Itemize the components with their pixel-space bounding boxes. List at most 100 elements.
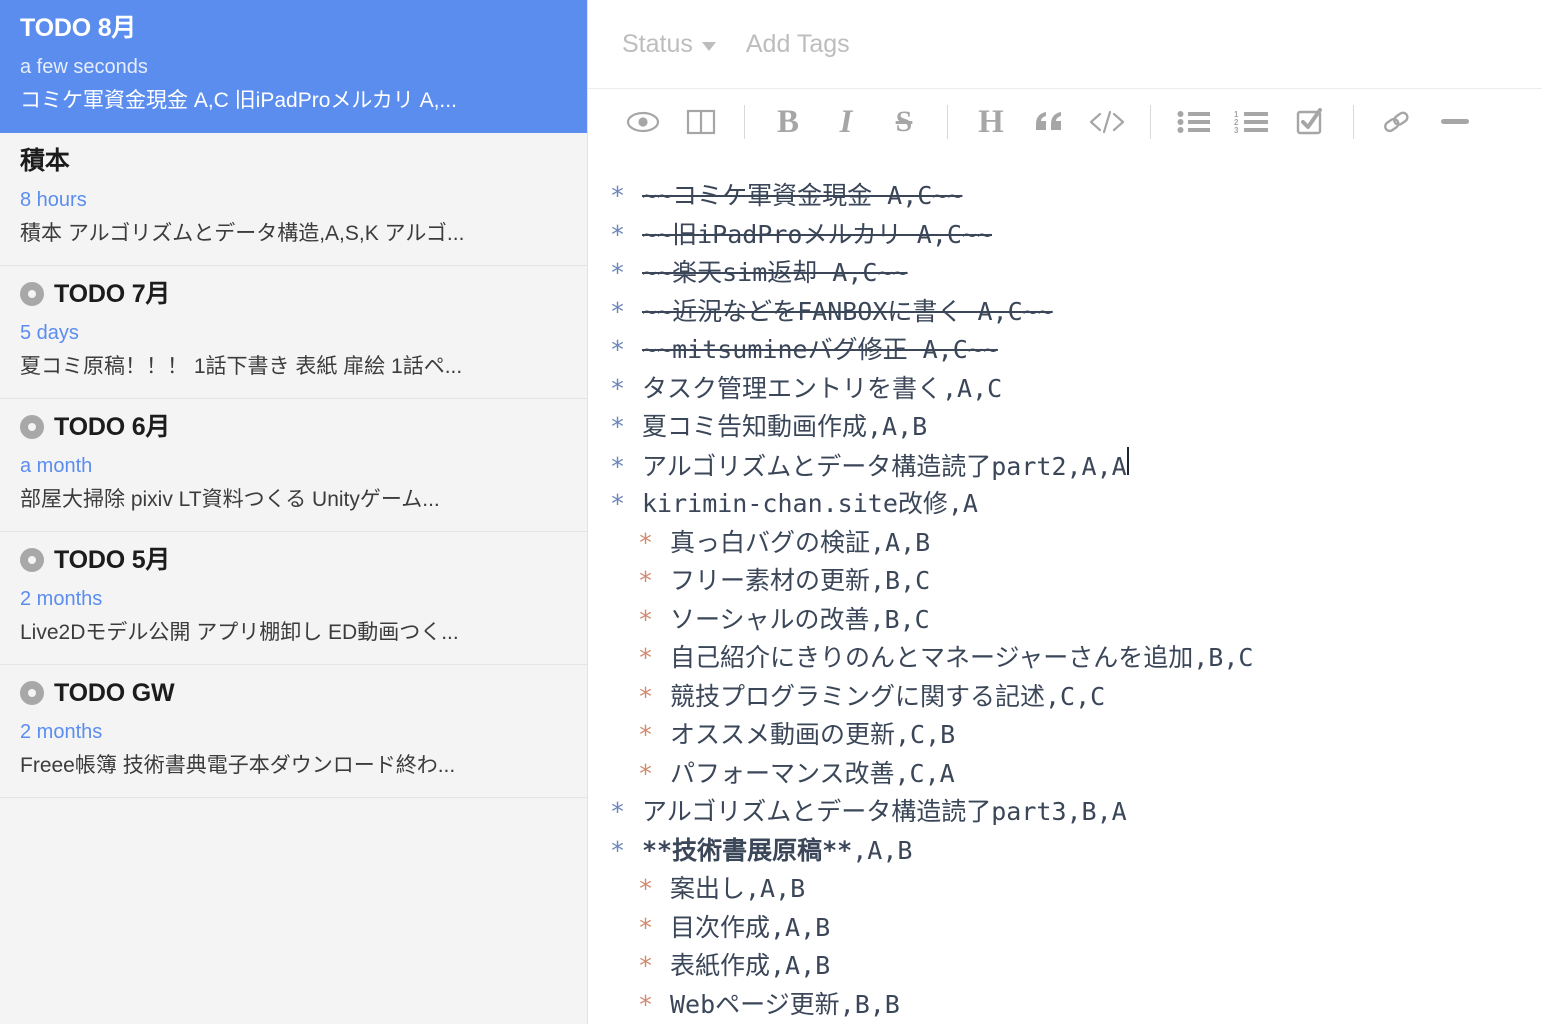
editor-line-text: 表紙作成,A,B — [670, 951, 831, 980]
heading-icon[interactable]: H — [962, 96, 1020, 148]
note-list-item[interactable]: TODO 7月 5 days 夏コミ原稿！！！ 1話下書き 表紙 扉絵 1話ペ... — [0, 266, 587, 399]
strikethrough-icon[interactable]: S — [875, 96, 933, 148]
bold-text: **技術書展原稿** — [642, 835, 853, 865]
split-view-icon[interactable] — [672, 96, 730, 148]
editor-line[interactable]: * オススメ動画の更新,C,B — [610, 716, 1508, 755]
list-bullet-asterisk-icon: * — [638, 681, 654, 711]
note-title: 積本 — [20, 147, 70, 175]
editor-line[interactable]: * フリー素材の更新,B,C — [610, 562, 1508, 601]
editor-line-text: 目次作成,A,B — [670, 912, 831, 942]
note-title: TODO 7月 — [54, 280, 171, 308]
editor-line[interactable]: * 表紙作成,A,B — [610, 947, 1508, 986]
note-preview: 部屋大掃除 pixiv LT資料つくる Unityゲーム... — [20, 487, 440, 511]
note-title: TODO 8月 — [20, 14, 137, 42]
editor-line[interactable]: * ソーシャルの改善,B,C — [610, 601, 1508, 640]
bulleted-list-icon[interactable] — [1165, 96, 1223, 148]
editor-line[interactable]: * ~~旧iPadProメルカリ A,C~~ — [610, 216, 1508, 255]
eye-icon[interactable] — [614, 96, 672, 148]
editor-line[interactable]: * kirimin-chan.site改修,A — [610, 485, 1508, 524]
status-dropdown[interactable]: Status — [622, 30, 716, 59]
link-icon[interactable] — [1368, 96, 1426, 148]
editor-line[interactable]: * アルゴリズムとデータ構造読了part2,A,A — [610, 446, 1508, 486]
editor-line[interactable]: * 自己紹介にきりのんとマネージャーさんを追加,B,C — [610, 639, 1508, 678]
editor-line-text: フリー素材の更新,B,C — [670, 566, 931, 595]
list-bullet-asterisk-icon: * — [610, 797, 626, 826]
note-list-item[interactable]: 積本 8 hours 積本 アルゴリズムとデータ構造,A,S,K アルゴ... — [0, 133, 587, 266]
editor-line-text: アルゴリズムとデータ構造読了part3,B,A — [642, 797, 1127, 826]
svg-text:3: 3 — [1234, 126, 1239, 134]
code-icon[interactable] — [1078, 96, 1136, 148]
list-bullet-asterisk-icon: * — [610, 335, 626, 364]
note-title-row: TODO 8月 — [20, 14, 567, 43]
note-editor-pane: Status Add Tags B I S H 1 2 3 * ~~コミケ軍資金… — [588, 0, 1542, 1024]
checklist-icon[interactable] — [1281, 96, 1339, 148]
editor-line[interactable]: * ~~コミケ軍資金現金 A,C~~ — [610, 177, 1508, 216]
editor-line[interactable]: * ~~近況などをFANBOXに書く A,C~~ — [610, 293, 1508, 332]
note-preview: Live2Dモデル公開 アプリ棚卸し ED動画つく... — [20, 620, 459, 644]
editor-line[interactable]: * パフォーマンス改善,C,A — [610, 755, 1508, 794]
editor-line-text: kirimin-chan.site改修,A — [642, 489, 978, 518]
pin-icon[interactable] — [20, 415, 44, 440]
pin-icon[interactable] — [20, 681, 44, 706]
note-title-row: TODO 5月 — [20, 546, 567, 575]
editor-line-text: 真っ白バグの検証,A,B — [670, 527, 931, 557]
editor-line-text: Webページ更新,B,B — [670, 989, 900, 1019]
editor-line[interactable]: * ~~楽天sim返却 A,C~~ — [610, 254, 1508, 293]
editor-line[interactable]: * 夏コミ告知動画作成,A,B — [610, 408, 1508, 447]
note-meta-bar: Status Add Tags — [588, 0, 1542, 88]
note-list-item[interactable]: TODO 8月 a few seconds コミケ軍資金現金 A,C 旧iPadPr… — [0, 0, 587, 133]
editor-line-text: ~~旧iPadProメルカリ A,C~~ — [642, 219, 993, 249]
editor-line[interactable]: * タスク管理エントリを書く,A,C — [610, 370, 1508, 409]
note-preview: 夏コミ原稿！！！ 1話下書き 表紙 扉絵 1話ペ... — [20, 354, 463, 378]
pin-icon[interactable] — [20, 282, 44, 307]
toolbar-separator — [1353, 105, 1354, 139]
list-bullet-asterisk-icon: * — [638, 720, 654, 749]
editor-line-text: アルゴリズムとデータ構造読了part2,A,A — [642, 451, 1127, 481]
note-timestamp: 2 months — [20, 587, 103, 610]
list-bullet-asterisk-icon: * — [610, 373, 626, 403]
plain-text: ,A,B — [852, 835, 913, 865]
list-bullet-asterisk-icon: * — [610, 489, 626, 518]
editor-line[interactable]: * ~~mitsumineバグ修正 A,C~~ — [610, 331, 1508, 370]
note-title-row: 積本 — [20, 147, 567, 176]
text-cursor — [1126, 446, 1129, 475]
add-tags-button[interactable]: Add Tags — [746, 30, 850, 59]
note-title-row: TODO GW — [20, 679, 567, 708]
list-bullet-asterisk-icon: * — [638, 527, 654, 557]
note-list-item[interactable]: TODO GW 2 months Freee帳簿 技術書典電子本ダウンロード終わ..… — [0, 665, 587, 798]
editor-line[interactable]: * 目次作成,A,B — [610, 909, 1508, 948]
toolbar-separator — [744, 105, 745, 139]
note-timestamp: 5 days — [20, 321, 79, 344]
editor-line[interactable]: * Webページ更新,B,B — [610, 986, 1508, 1024]
list-bullet-asterisk-icon: * — [638, 643, 654, 672]
note-preview: Freee帳簿 技術書典電子本ダウンロード終わ... — [20, 753, 456, 777]
note-list-item[interactable]: TODO 5月 2 months Live2Dモデル公開 アプリ棚卸し ED動画つく… — [0, 532, 587, 665]
list-bullet-asterisk-icon: * — [610, 258, 626, 287]
list-bullet-asterisk-icon: * — [610, 835, 626, 865]
list-bullet-asterisk-icon: * — [610, 451, 626, 481]
list-bullet-asterisk-icon: * — [638, 951, 654, 980]
italic-icon[interactable]: I — [817, 96, 875, 148]
editor-line[interactable]: * 競技プログラミングに関する記述,C,C — [610, 678, 1508, 717]
list-bullet-asterisk-icon: * — [610, 181, 626, 210]
note-list-sidebar[interactable]: TODO 8月 a few seconds コミケ軍資金現金 A,C 旧iPadPr… — [0, 0, 588, 1024]
editor-line[interactable]: * アルゴリズムとデータ構造読了part3,B,A — [610, 793, 1508, 832]
numbered-list-icon[interactable]: 1 2 3 — [1223, 96, 1281, 148]
editor-line-text: ~~コミケ軍資金現金 A,C~~ — [642, 181, 963, 210]
list-bullet-asterisk-icon: * — [610, 412, 626, 441]
note-title-row: TODO 6月 — [20, 413, 567, 442]
formatting-toolbar[interactable]: B I S H 1 2 3 — [588, 88, 1542, 155]
editor-line[interactable]: * **技術書展原稿**,A,B — [610, 832, 1508, 871]
note-list-item[interactable]: TODO 6月 a month 部屋大掃除 pixiv LT資料つくる Unityゲ… — [0, 399, 587, 532]
bold-icon[interactable]: B — [759, 96, 817, 148]
editor-line[interactable]: * 案出し,A,B — [610, 870, 1508, 909]
horizontal-rule-icon[interactable] — [1426, 96, 1484, 148]
note-timestamp: 8 hours — [20, 188, 87, 211]
note-title: TODO 5月 — [54, 546, 171, 574]
markdown-editor[interactable]: * ~~コミケ軍資金現金 A,C~~ * ~~旧iPadProメルカリ A,C~~ * ~… — [588, 155, 1542, 1024]
editor-line[interactable]: * 真っ白バグの検証,A,B — [610, 524, 1508, 563]
list-bullet-asterisk-icon: * — [638, 566, 654, 595]
quote-icon[interactable] — [1020, 96, 1078, 148]
note-title-row: TODO 7月 — [20, 280, 567, 309]
pin-icon[interactable] — [20, 548, 44, 573]
